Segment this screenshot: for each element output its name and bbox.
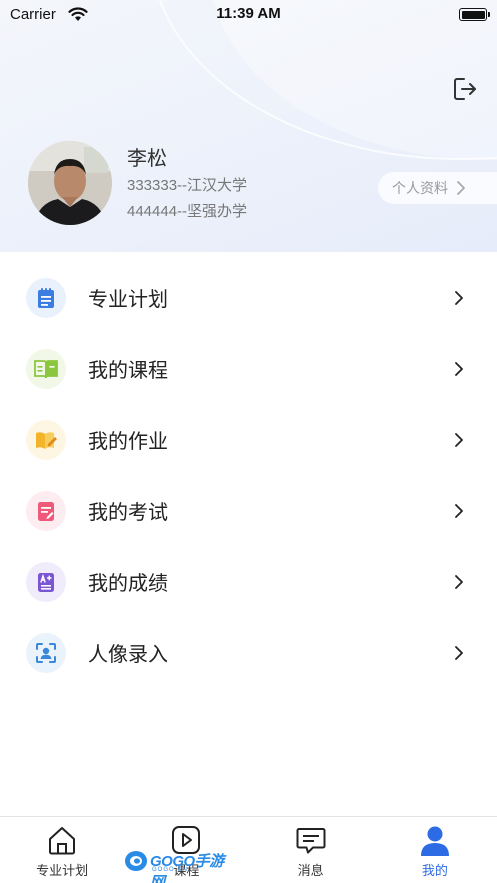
menu-item-my-scores[interactable]: 我的成绩 [0, 546, 497, 617]
exam-icon [26, 490, 66, 531]
battery-icon [459, 8, 490, 21]
menu-item-label: 人像录入 [88, 644, 168, 666]
menu-item-label: 我的考试 [88, 502, 168, 524]
tab-label: 专业计划 [36, 863, 89, 878]
user-name: 李松 [127, 148, 167, 170]
menu-item-my-homework[interactable]: 我的作业 [0, 404, 497, 475]
notepad-icon [26, 277, 66, 318]
logout-icon[interactable] [452, 76, 478, 102]
menu-item-face-capture[interactable]: 人像录入 [0, 617, 497, 688]
score-icon [26, 561, 66, 602]
chevron-right-icon [455, 645, 463, 660]
menu-item-label: 我的课程 [88, 360, 168, 382]
home-icon [46, 825, 78, 860]
watermark-logo: GOGO手游网 GOGO.CN [124, 848, 224, 883]
user-id-program: 444444--坚强办学 [127, 203, 248, 220]
menu-item-my-exams[interactable]: 我的考试 [0, 475, 497, 546]
clock: 11:39 AM [216, 5, 281, 22]
avatar[interactable] [28, 141, 112, 225]
menu-item-label: 专业计划 [88, 289, 168, 311]
face-scan-icon [26, 632, 66, 673]
watermark-subtext: GOGO.CN [152, 867, 189, 873]
profile-details-button[interactable]: 个人资料 [378, 172, 497, 204]
tab-me[interactable]: 我的 [373, 817, 497, 883]
menu-item-label: 我的成绩 [88, 573, 168, 595]
menu-item-major-plan[interactable]: 专业计划 [0, 262, 497, 333]
tab-label: 我的 [421, 863, 448, 878]
status-bar: Carrier 11:39 AM [0, 0, 497, 30]
profile-details-label: 个人资料 [392, 180, 448, 196]
chevron-right-icon [455, 432, 463, 447]
chevron-right-icon [455, 574, 463, 589]
chevron-right-icon [457, 181, 465, 195]
user-id-school: 333333--江汉大学 [127, 177, 248, 194]
bottom-tab-bar: 专业计划 课程 消息 我的 [0, 816, 497, 883]
tab-label: 消息 [297, 863, 324, 878]
chevron-right-icon [455, 361, 463, 376]
menu-item-label: 我的作业 [88, 431, 168, 453]
chevron-right-icon [455, 503, 463, 518]
menu-item-my-courses[interactable]: 我的课程 [0, 333, 497, 404]
chevron-right-icon [455, 290, 463, 305]
person-icon [419, 825, 451, 862]
tab-messages[interactable]: 消息 [249, 817, 373, 883]
tab-major-plan[interactable]: 专业计划 [0, 817, 124, 883]
book-pencil-icon [26, 419, 66, 460]
menu-list: 专业计划 我的课程 我的作业 我的考试 我的成绩 人像录入 [0, 262, 497, 688]
book-icon [26, 348, 66, 389]
message-icon [295, 825, 327, 860]
